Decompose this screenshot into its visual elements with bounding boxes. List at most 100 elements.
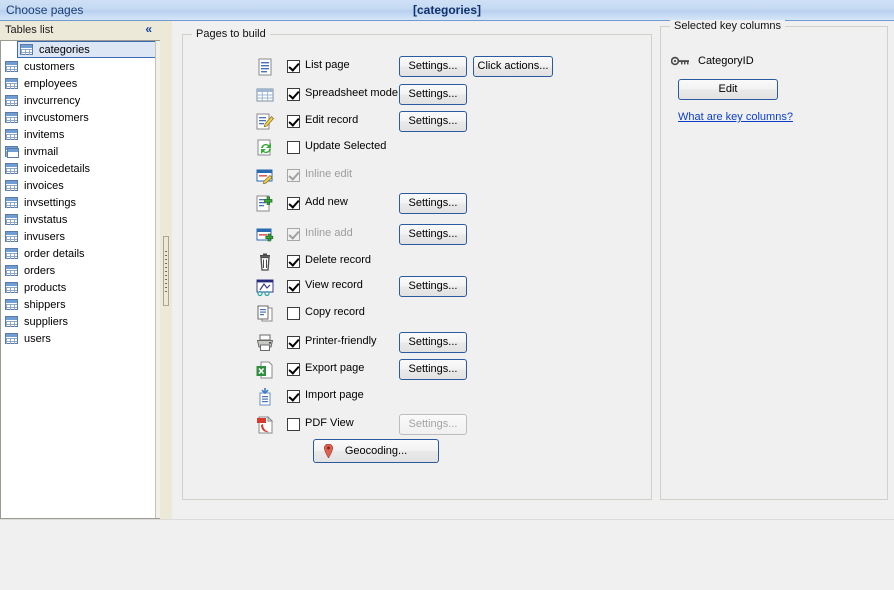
table-list-item[interactable]: users: [1, 330, 160, 347]
page-option-row: Add new Settings...: [183, 192, 651, 220]
settings-button-label: Settings...: [408, 88, 458, 100]
page-option-label: PDF View: [305, 417, 354, 429]
settings-button-label: Settings...: [408, 418, 458, 430]
page-option-checkbox[interactable]: [287, 255, 300, 268]
table-list-item-label: shippers: [24, 298, 66, 311]
settings-button[interactable]: Settings...: [399, 84, 467, 105]
pages-to-build-title: Pages to build: [192, 28, 270, 40]
page-option-row: List page Settings... Click actions...: [183, 55, 651, 83]
table-list-item[interactable]: customers: [1, 58, 160, 75]
table-list-item-label: invsettings: [24, 196, 76, 209]
table-list-item[interactable]: invcurrency: [1, 92, 160, 109]
settings-button-label: Settings...: [408, 336, 458, 348]
settings-button[interactable]: Settings...: [399, 276, 467, 297]
table-list-item[interactable]: categories: [17, 41, 156, 58]
spreadsheet-icon: [255, 85, 275, 105]
table-list-item[interactable]: order details: [1, 245, 160, 262]
page-option-label: Update Selected: [305, 140, 387, 152]
page-option-row: Export page Settings...: [183, 358, 651, 386]
page-option-checkbox[interactable]: [287, 280, 300, 293]
table-list-item[interactable]: orders: [1, 262, 160, 279]
page-option-row: Delete record: [183, 250, 651, 278]
click-actions-button-label: Click actions...: [477, 60, 549, 72]
key-column-row: CategoryID: [671, 55, 754, 67]
page-option-row: View record Settings...: [183, 275, 651, 303]
settings-button[interactable]: Settings...: [399, 224, 467, 245]
table-icon: [5, 230, 19, 243]
page-option-checkbox[interactable]: [287, 336, 300, 349]
map-pin-icon: [324, 444, 333, 458]
page-title: [categories]: [412, 3, 482, 17]
table-icon: [5, 77, 19, 90]
page-option-checkbox[interactable]: [287, 88, 300, 101]
page-option-checkbox[interactable]: [287, 115, 300, 128]
page-option-label: Spreadsheet mode: [305, 87, 398, 99]
splitter-grip[interactable]: [163, 236, 169, 306]
table-icon: [5, 196, 19, 209]
page-option-label: Printer-friendly: [305, 335, 377, 347]
table-icon: [5, 332, 19, 345]
table-list-item[interactable]: invstatus: [1, 211, 160, 228]
settings-button[interactable]: Settings...: [399, 332, 467, 353]
table-list-item[interactable]: shippers: [1, 296, 160, 313]
table-list-item-label: invcustomers: [24, 111, 89, 124]
table-list-item[interactable]: suppliers: [1, 313, 160, 330]
table-mail-icon: [5, 145, 19, 158]
settings-button[interactable]: Settings...: [399, 193, 467, 214]
page-option-checkbox[interactable]: [287, 363, 300, 376]
table-list-item[interactable]: invitems: [1, 126, 160, 143]
tables-list[interactable]: categories customers employees invcurrency i…: [0, 40, 160, 519]
view-record-icon: [255, 277, 275, 297]
panel-splitter[interactable]: [160, 21, 172, 519]
table-list-item[interactable]: employees: [1, 75, 160, 92]
page-option-row: PDF View Settings...: [183, 413, 651, 441]
inline-add-icon: [255, 225, 275, 245]
table-list-item-label: employees: [24, 77, 78, 90]
key-column-name: CategoryID: [698, 55, 754, 67]
page-option-checkbox[interactable]: [287, 418, 300, 431]
table-list-item[interactable]: invoices: [1, 177, 160, 194]
edit-key-columns-button[interactable]: Edit: [678, 79, 778, 100]
settings-button[interactable]: Settings...: [399, 56, 467, 77]
table-list-item[interactable]: invmail: [1, 143, 160, 160]
table-icon: [5, 213, 19, 226]
settings-button[interactable]: Settings...: [399, 359, 467, 380]
list-page-icon: [255, 57, 275, 77]
settings-button[interactable]: Settings...: [399, 111, 467, 132]
table-icon: [5, 162, 19, 175]
printer-icon: [255, 333, 275, 353]
selected-key-columns-group: Selected key columns CategoryID Edit Wha…: [660, 20, 888, 500]
table-list-item-label: customers: [24, 60, 75, 73]
table-list-item[interactable]: invusers: [1, 228, 160, 245]
page-option-label: Delete record: [305, 254, 372, 266]
page-option-checkbox[interactable]: [287, 390, 300, 403]
page-option-row: Update Selected: [183, 136, 651, 164]
page-option-checkbox[interactable]: [287, 307, 300, 320]
page-option-label: Inline edit: [305, 168, 353, 180]
click-actions-button[interactable]: Click actions...: [473, 56, 553, 77]
table-list-item[interactable]: products: [1, 279, 160, 296]
page-option-checkbox[interactable]: [287, 60, 300, 73]
table-list-item-label: suppliers: [24, 315, 69, 328]
bottom-toolbar: Project << Back Next >> Build: [0, 519, 894, 590]
page-option-row: Printer-friendly Settings...: [183, 331, 651, 359]
copy-record-icon: [255, 304, 275, 324]
page-option-checkbox[interactable]: [287, 197, 300, 210]
page-option-checkbox[interactable]: [287, 141, 300, 154]
table-icon: [5, 298, 19, 311]
trash-icon: [255, 252, 275, 272]
table-list-item-label: orders: [24, 264, 56, 277]
chevron-double-left-icon[interactable]: «: [145, 23, 152, 36]
settings-button-label: Settings...: [408, 197, 458, 209]
table-list-item-label: categories: [39, 43, 90, 56]
page-option-label: Add new: [305, 196, 348, 208]
geocoding-button[interactable]: Geocoding...: [313, 439, 439, 463]
page-option-label: Import page: [305, 389, 364, 401]
titlebar: Choose pages [categories]: [0, 0, 894, 21]
what-are-key-columns-link[interactable]: What are key columns?: [678, 111, 793, 123]
table-list-item[interactable]: invsettings: [1, 194, 160, 211]
settings-button-label: Settings...: [408, 115, 458, 127]
table-list-item[interactable]: invoicedetails: [1, 160, 160, 177]
table-list-item[interactable]: invcustomers: [1, 109, 160, 126]
page-option-checkbox: [287, 228, 300, 241]
